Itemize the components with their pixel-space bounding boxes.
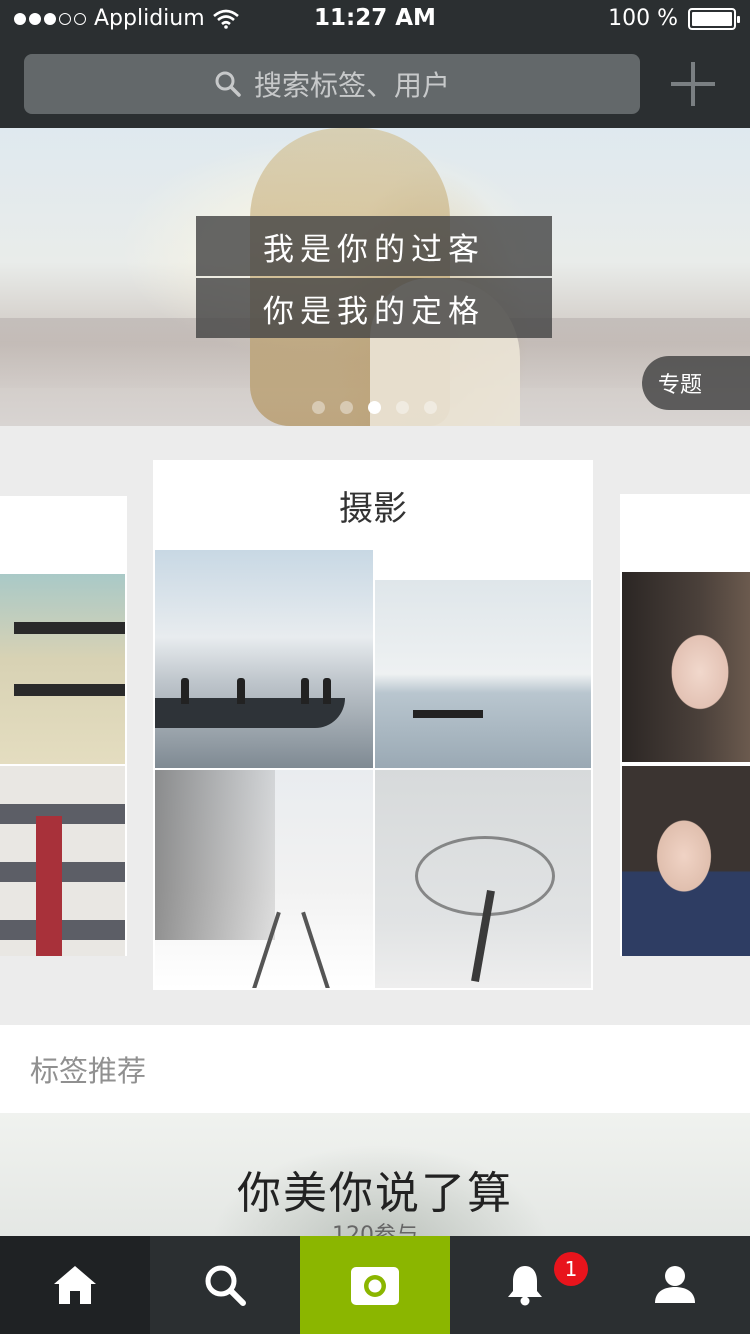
featured-tag-participants: 120参与 <box>332 1223 418 1237</box>
search-icon <box>215 71 241 97</box>
tab-search[interactable] <box>150 1236 300 1334</box>
battery-group: 100 % <box>608 6 740 31</box>
building-photo <box>0 766 125 956</box>
snow-railway-photo[interactable] <box>155 770 373 988</box>
topic-tag[interactable]: 专题 <box>642 356 750 410</box>
category-title: 摄影 <box>339 488 407 529</box>
caption-line-1: 我是你的过客 <box>196 216 552 276</box>
portrait-photo-1 <box>622 572 750 762</box>
home-icon <box>54 1266 96 1304</box>
bottom-tab-bar <box>0 1236 750 1334</box>
search-placeholder: 搜索标签、用户 <box>253 69 450 102</box>
category-card-right[interactable] <box>620 494 750 956</box>
battery-percent: 100 % <box>608 6 678 31</box>
tag-recommend-header: 标签推荐 <box>0 1025 750 1113</box>
search-icon <box>205 1265 246 1306</box>
search-input[interactable]: 搜索标签、用户 <box>24 54 640 114</box>
pier-photo[interactable] <box>155 550 373 768</box>
banner-caption: 我是你的过客 你是我的定格 <box>196 216 552 340</box>
featured-tag-title: 你美你说了算 <box>237 1168 513 1219</box>
category-card-photography[interactable]: 摄影 <box>153 460 593 990</box>
tab-notifications[interactable] <box>450 1236 600 1334</box>
tower-photo <box>0 574 125 764</box>
caption-line-2: 你是我的定格 <box>196 278 552 338</box>
tab-home[interactable] <box>0 1236 150 1334</box>
portrait-photo-2 <box>622 766 750 956</box>
page-dot[interactable] <box>396 401 409 414</box>
battery-icon <box>688 7 740 30</box>
page-dot[interactable] <box>312 401 325 414</box>
camera-icon <box>351 1267 399 1305</box>
top-bar: Applidium 11:27 AM 100 % 搜索标签、用户 <box>0 0 750 128</box>
user-icon <box>655 1266 695 1303</box>
status-bar: Applidium 11:27 AM 100 % <box>0 0 750 40</box>
boat-photo[interactable] <box>375 580 591 768</box>
notification-badge: 1 <box>554 1252 588 1286</box>
page-dot[interactable] <box>424 401 437 414</box>
add-button[interactable] <box>668 60 718 110</box>
page-dot-active[interactable] <box>368 401 381 414</box>
tab-camera[interactable] <box>300 1236 450 1334</box>
tab-profile[interactable] <box>600 1236 750 1334</box>
page-dot[interactable] <box>340 401 353 414</box>
category-card-left[interactable] <box>0 496 127 956</box>
featured-tag-card[interactable]: 你美你说了算 120参与 <box>0 1113 750 1237</box>
foggy-tree-photo[interactable] <box>375 770 591 988</box>
featured-banner[interactable]: 我是你的过客 你是我的定格 专题 <box>0 128 750 426</box>
section-title: 标签推荐 <box>30 1054 147 1088</box>
banner-page-indicator <box>312 401 437 414</box>
bell-icon <box>508 1266 542 1306</box>
